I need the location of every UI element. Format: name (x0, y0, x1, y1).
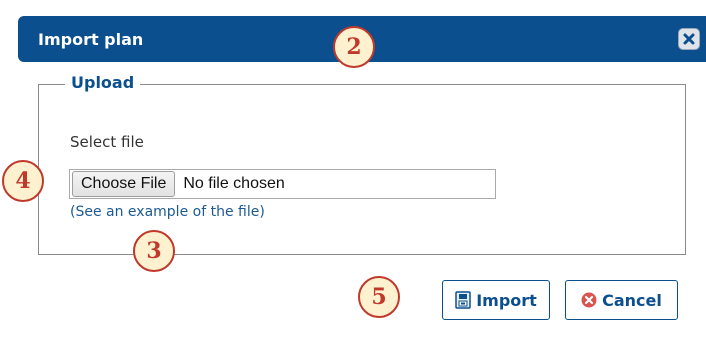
annotation-badge-3: 3 (133, 230, 175, 272)
upload-legend: Upload (65, 73, 141, 92)
annotation-badge-4: 4 (2, 160, 44, 202)
cancel-button[interactable]: Cancel (565, 280, 678, 320)
import-icon (455, 291, 471, 309)
select-file-label: Select file (70, 133, 144, 151)
close-icon (683, 33, 695, 45)
close-button[interactable] (678, 28, 700, 50)
cancel-label: Cancel (602, 290, 662, 310)
choose-file-button[interactable]: Choose File (72, 171, 176, 197)
import-button[interactable]: Import (442, 280, 550, 320)
file-status-text: No file chosen (183, 175, 285, 192)
import-plan-dialog: Import plan Upload Select file Choose Fi… (0, 0, 706, 358)
annotation-badge-2: 2 (333, 26, 375, 68)
cancel-icon (581, 292, 597, 308)
import-label: Import (476, 290, 537, 310)
annotation-badge-5: 5 (358, 276, 400, 318)
dialog-title: Import plan (38, 30, 144, 49)
file-input[interactable]: Choose File No file chosen (69, 169, 496, 199)
example-file-link[interactable]: (See an example of the file) (70, 204, 265, 220)
